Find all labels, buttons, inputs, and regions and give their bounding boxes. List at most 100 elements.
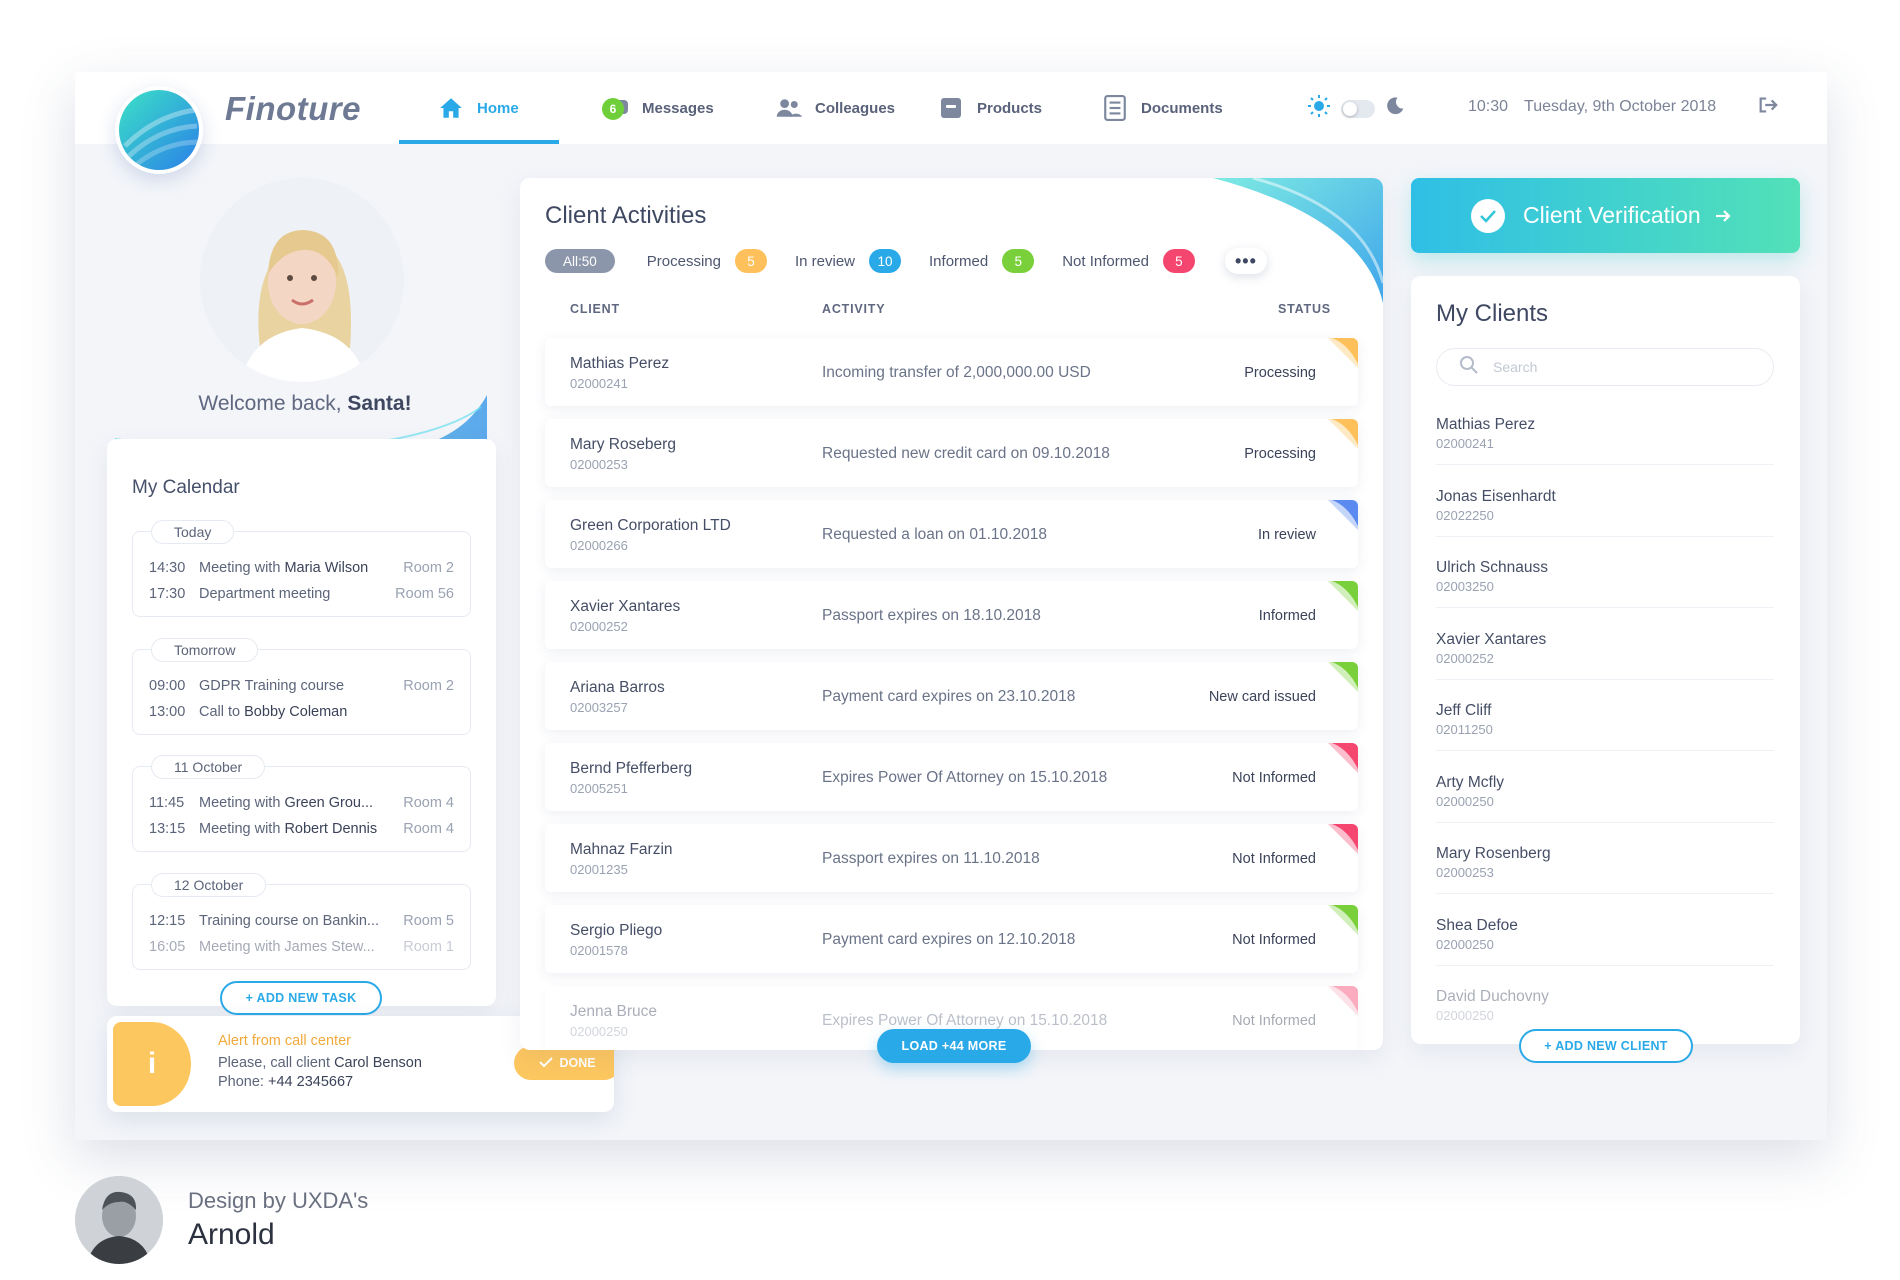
alert-phone[interactable]: +44 2345667 xyxy=(268,1074,353,1090)
event-room: Room 4 xyxy=(403,821,454,837)
client-id: 02022250 xyxy=(1436,507,1494,523)
column-activity[interactable]: ACTIVITY xyxy=(822,302,885,316)
calendar-event[interactable]: 09:00 GDPR Training course Room 2 xyxy=(149,678,454,694)
row-client-name: Green Corporation LTD xyxy=(570,517,731,534)
calendar-event[interactable]: 16:05 Meeting with James Stew... Room 1 xyxy=(149,939,454,955)
messages-badge: 6 xyxy=(602,98,624,120)
client-id: 02000241 xyxy=(1436,436,1494,451)
filter-all[interactable]: All:50 xyxy=(545,249,615,273)
client-id: 02003250 xyxy=(1436,579,1494,594)
client-verification-button[interactable]: Client Verification xyxy=(1411,178,1800,253)
row-status: Processing xyxy=(1244,365,1316,381)
theme-toggle[interactable] xyxy=(1341,99,1375,118)
calendar-event[interactable]: 12:15 Training course on Bankin... Room … xyxy=(149,913,454,929)
event-title: Meeting with Green Grou... xyxy=(199,795,403,811)
calendar-event[interactable]: 14:30 Meeting with Maria Wilson Room 2 xyxy=(149,560,454,576)
activity-row[interactable]: Mahnaz Farzin 02001235 Passport expires on… xyxy=(545,824,1358,892)
activity-row[interactable]: Xavier Xantares 02000252 Passport expires … xyxy=(545,581,1358,649)
client-id: 02000250 xyxy=(1436,936,1494,952)
client-name: Xavier Xantares xyxy=(1436,630,1547,648)
calendar-panel: My Calendar Today 14:30 Meeting with Mar… xyxy=(107,439,496,1006)
more-filters-button[interactable]: ••• xyxy=(1224,248,1267,274)
calendar-event[interactable]: 13:00 Call to Bobby Coleman xyxy=(149,704,454,720)
nav-home-label: Home xyxy=(477,99,519,117)
row-status: Not Informed xyxy=(1232,1013,1316,1029)
filter-label: Informed xyxy=(929,252,989,270)
day-label: 11 October xyxy=(151,755,266,779)
client-item[interactable]: Ulrich Schnauss 02003250 xyxy=(1436,537,1774,608)
add-client-button[interactable]: + ADD NEW CLIENT xyxy=(1519,1029,1693,1063)
event-text: Meeting with James Stew... xyxy=(199,939,375,955)
row-client-id: 02000252 xyxy=(570,619,628,634)
add-task-button[interactable]: + ADD NEW TASK xyxy=(220,981,382,1015)
activity-filters: All:50 Processing 5 In review 10 Informe… xyxy=(545,248,1267,274)
nav-documents-label: Documents xyxy=(1141,99,1223,117)
status-flag-icon xyxy=(1328,419,1358,449)
calendar-event[interactable]: 11:45 Meeting with Green Grou... Room 4 xyxy=(149,795,454,811)
activity-row[interactable]: Bernd Pfefferberg 02005251 Expires Power O… xyxy=(545,743,1358,811)
search-input[interactable] xyxy=(1493,359,1743,375)
activity-row[interactable]: Sergio Pliego 02001578 Payment card expire… xyxy=(545,905,1358,973)
activity-row[interactable]: Ariana Barros 02003257 Payment card expire… xyxy=(545,662,1358,730)
event-text: Department meeting xyxy=(199,586,331,602)
client-item[interactable]: David Duchovny 02000250 xyxy=(1436,966,1774,1037)
activity-row[interactable]: Mary Roseberg 02000253 Requested new credi… xyxy=(545,419,1358,487)
status-flag-icon xyxy=(1328,986,1358,1016)
column-client[interactable]: CLIENT xyxy=(570,302,620,316)
calendar-title: My Calendar xyxy=(132,477,240,498)
client-id: 02000252 xyxy=(1436,650,1494,666)
alert-line1: Please, call client xyxy=(218,1055,335,1071)
client-item[interactable]: Shea Defoe 02000250 xyxy=(1436,895,1774,966)
calendar-event[interactable]: 13:15 Meeting with Robert Dennis Room 4 xyxy=(149,821,454,837)
filter-processing[interactable]: Processing 5 xyxy=(647,249,767,273)
client-item[interactable]: Xavier Xantares 02000252 xyxy=(1436,609,1774,680)
client-item[interactable]: Mary Rosenberg 02000253 xyxy=(1436,823,1774,894)
done-button[interactable]: DONE xyxy=(514,1046,614,1080)
nav-documents[interactable]: Documents xyxy=(1101,72,1223,144)
filter-count: 10 xyxy=(869,249,902,273)
alert-title: Alert from call center xyxy=(218,1033,351,1049)
client-name: Arty Mcfly xyxy=(1436,773,1505,791)
row-client-id: 02000250 xyxy=(570,1024,628,1039)
row-client-id: 02003257 xyxy=(570,700,628,715)
client-name: Jonas Eisenhardt xyxy=(1436,487,1556,505)
row-status: New card issued xyxy=(1208,689,1316,705)
theme-switch[interactable] xyxy=(1307,94,1405,123)
calendar-event[interactable]: 17:30 Department meeting Room 56 xyxy=(149,586,454,602)
load-more-button[interactable]: LOAD +44 MORE xyxy=(877,1029,1031,1063)
filter-count: 5 xyxy=(1162,249,1195,273)
nav-messages[interactable]: 6 Messages xyxy=(602,72,714,144)
filter-informed[interactable]: Informed 5 xyxy=(929,249,1035,273)
filter-in-review[interactable]: In review 10 xyxy=(795,249,902,273)
event-title: Meeting with Maria Wilson xyxy=(199,560,403,576)
row-activity: Expires Power Of Attorney on 15.10.2018 xyxy=(822,1012,1108,1029)
client-item[interactable]: Arty Mcfly 02000250 xyxy=(1436,752,1774,823)
nav-products[interactable]: Products xyxy=(937,72,1042,144)
filter-not-informed[interactable]: Not Informed 5 xyxy=(1062,249,1195,273)
event-room: Room 2 xyxy=(403,678,454,694)
calendar-day: Tomorrow 09:00 GDPR Training course Room… xyxy=(132,638,471,735)
activity-row[interactable]: Green Corporation LTD 02000266 Requested a… xyxy=(545,500,1358,568)
filter-label: Not Informed xyxy=(1062,252,1149,270)
event-room: Room 56 xyxy=(395,586,454,602)
client-id: 02000250 xyxy=(1436,1008,1494,1023)
alert-line2: Phone: xyxy=(218,1074,268,1090)
client-item[interactable]: Mathias Perez 02000241 xyxy=(1436,394,1774,465)
designer-avatar xyxy=(75,1176,163,1264)
row-client-name: Sergio Pliego xyxy=(570,922,663,939)
nav-products-label: Products xyxy=(977,99,1043,117)
row-activity: Passport expires on 11.10.2018 xyxy=(822,850,1040,867)
row-client-name: Jenna Bruce xyxy=(570,1003,658,1020)
logo-icon[interactable] xyxy=(115,86,203,174)
user-avatar[interactable] xyxy=(200,178,404,382)
nav-colleagues[interactable]: Colleagues xyxy=(775,72,895,144)
event-text: Training course on Bankin... xyxy=(199,913,380,929)
activity-row[interactable]: Mathias Perez 02000241 Incoming transfer o… xyxy=(545,338,1358,406)
current-time: 10:30 xyxy=(1468,98,1509,115)
column-status[interactable]: STATUS xyxy=(1278,302,1331,316)
client-item[interactable]: Jonas Eisenhardt 02022250 xyxy=(1436,466,1774,537)
nav-home[interactable]: Home xyxy=(399,72,559,144)
calendar-day: 11 October 11:45 Meeting with Green Grou… xyxy=(132,755,471,852)
logout-icon[interactable] xyxy=(1757,94,1781,118)
client-item[interactable]: Jeff Cliff 02011250 xyxy=(1436,680,1774,751)
